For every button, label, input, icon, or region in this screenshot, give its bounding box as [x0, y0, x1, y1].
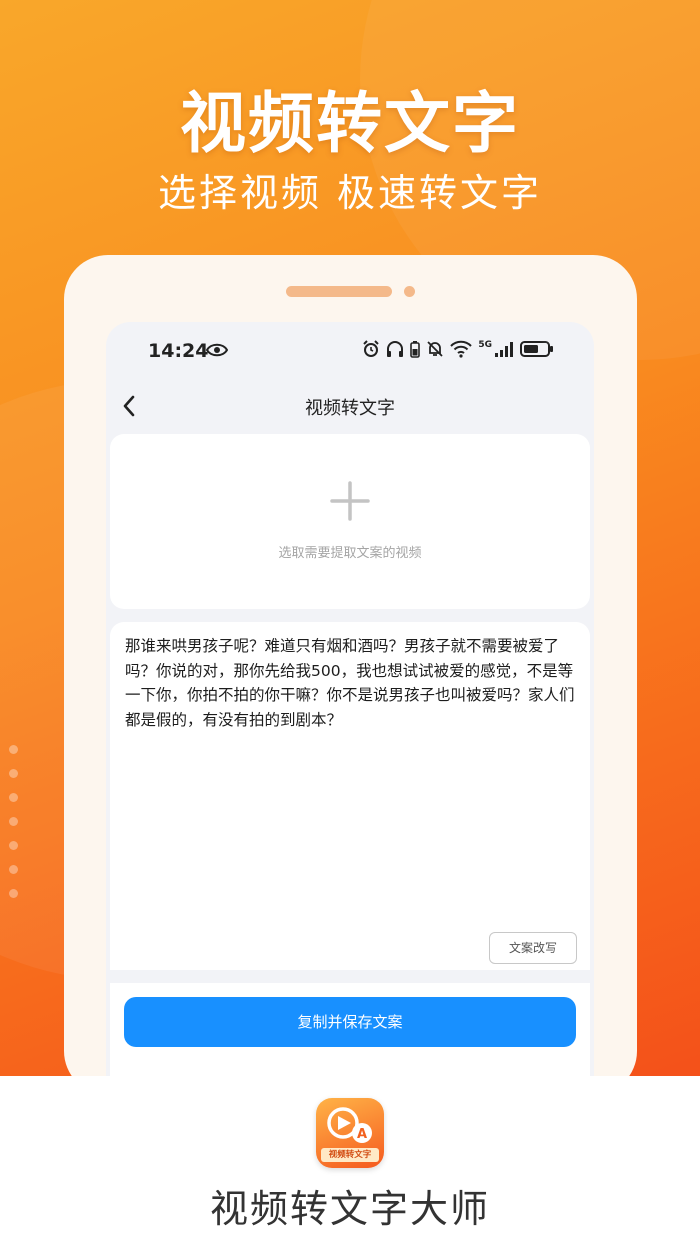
transcript-card[interactable]: 那谁来哄男孩子呢？难道只有烟和酒吗？男孩子就不需要被爱了吗？你说的对，那你先给我…: [110, 622, 590, 970]
svg-text:A: A: [357, 1127, 367, 1142]
mute-bell-icon: [427, 341, 443, 357]
action-bar: 复制并保存文案: [110, 983, 590, 1076]
signal-icon: [495, 342, 513, 357]
phone-speaker: [286, 286, 392, 297]
phone-camera: [404, 286, 415, 297]
plus-icon[interactable]: [330, 481, 370, 521]
rewrite-button[interactable]: 文案改写: [489, 932, 577, 964]
alarm-icon: [363, 340, 380, 357]
page-title: 视频转文字: [305, 398, 395, 419]
eye-icon: [206, 343, 228, 357]
status-icons: 5G: [362, 340, 554, 358]
wifi-icon: [450, 340, 473, 358]
decorative-dots: [9, 745, 19, 913]
status-time: 14:24: [148, 340, 209, 362]
phone-mockup: 14:24 5G 视频转文字 选取需要提取文案的视频 那谁来哄男孩子呢？难道只有…: [64, 255, 637, 1076]
app-logo-label: 视频转文字: [321, 1148, 379, 1162]
play-letter-icon: A: [327, 1107, 372, 1143]
network-label: 5G: [478, 340, 492, 350]
app-branding: A 视频转文字 视频转文字大师: [0, 1076, 700, 1244]
hero-banner: 视频转文字 选择视频 极速转文字 14:24 5G 视频转文字 选取需要提取文案…: [0, 0, 700, 1076]
hero-title: 视频转文字: [180, 84, 520, 162]
hero-subtitle: 选择视频 极速转文字: [157, 171, 543, 215]
battery-icon: [520, 341, 553, 357]
picker-hint: 选取需要提取文案的视频: [278, 546, 422, 561]
battery-small-icon: [410, 341, 421, 358]
headphones-icon: [387, 341, 404, 357]
copy-save-button[interactable]: 复制并保存文案: [124, 997, 576, 1047]
app-name: 视频转文字大师: [209, 1187, 490, 1231]
status-bar: 14:24 5G: [106, 322, 594, 380]
app-logo: A 视频转文字: [316, 1098, 384, 1168]
phone-screen: 14:24 5G 视频转文字 选取需要提取文案的视频 那谁来哄男孩子呢？难道只有…: [106, 322, 594, 1076]
transcript-text[interactable]: 那谁来哄男孩子呢？难道只有烟和酒吗？男孩子就不需要被爱了吗？你说的对，那你先给我…: [125, 634, 577, 732]
video-picker[interactable]: 选取需要提取文案的视频: [110, 434, 590, 609]
nav-bar: 视频转文字: [106, 380, 594, 434]
